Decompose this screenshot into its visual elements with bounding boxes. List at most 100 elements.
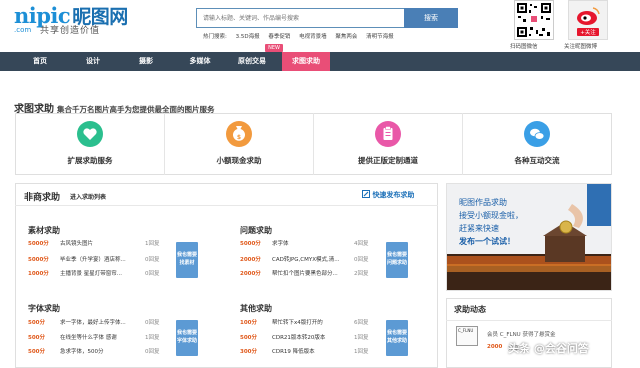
new-badge: NEW (265, 44, 283, 52)
avatar[interactable]: C_FLNU (456, 326, 478, 346)
reward-amount: 100分 (240, 320, 257, 326)
reward-amount: 500分 (240, 335, 257, 341)
enter-help-list-link[interactable]: 进入求助列表 (70, 192, 106, 201)
banner-line: 接受小额现金啦， (459, 211, 523, 220)
reward-amount: 5000分 (28, 241, 49, 247)
weibo-icon: +关注 (577, 7, 600, 36)
reward-amount: 5000分 (28, 257, 49, 263)
heart-icon[interactable] (77, 121, 103, 147)
list-item[interactable]: 1000分 主播背景 星星灯带窗帘... 0回复 (28, 268, 168, 280)
reply-count: 6回复 (354, 320, 369, 326)
watermark: 头条 @会谷问答 (508, 342, 589, 355)
service-label[interactable]: 提供正版定制通道 (338, 155, 438, 166)
weibo-follow-label: +关注 (580, 28, 596, 36)
wechat-qr-code (514, 0, 554, 40)
list-item[interactable]: 5000分 毕业季（升学宴）酒店称... 0回复 (28, 254, 168, 266)
reward-amount: 2000分 (240, 257, 261, 263)
request-title[interactable]: CDR19 降低版本 (272, 346, 315, 358)
banner-line: 昵图作品求助 (459, 198, 507, 207)
nav-item-original-trade[interactable]: 原创交易 (225, 52, 279, 71)
list-item[interactable]: 2000分 帮忙扣个图片要黑色部分... 2回复 (240, 268, 380, 280)
dynamics-title: 求助动态 (454, 305, 486, 314)
request-title[interactable]: 古风镜头图片 (60, 238, 93, 250)
promo-banner[interactable]: 昵图作品求助 接受小额现金啦， 赶紧来快速 发布一个试试！ (446, 183, 612, 291)
search-input[interactable] (197, 9, 405, 27)
request-title[interactable]: 主播背景 星星灯带窗帘... (60, 268, 122, 280)
banner-text: 昵图作品求助 接受小额现金啦， 赶紧来快速 发布一个试试！ (459, 196, 523, 248)
need-material-button[interactable]: 我也需要找素材 (176, 242, 198, 278)
reply-count: 0回复 (145, 320, 160, 326)
list-item[interactable]: 5000分 古风镜头图片 1回复 (28, 238, 168, 250)
request-title[interactable]: 急求字体，500分 (60, 346, 104, 358)
hot-keyword[interactable]: 春季促销 (268, 34, 290, 40)
chat-icon[interactable] (524, 121, 550, 147)
reward-amount: 2000分 (240, 271, 261, 277)
reply-count: 0回复 (354, 257, 369, 263)
section-title: 问题求助 (240, 226, 272, 235)
svg-text:$: $ (237, 134, 241, 141)
hot-keyword[interactable]: 电视背景墙 (299, 34, 327, 40)
reply-count: 2回复 (354, 271, 369, 277)
nav-item-design[interactable]: 设计 (73, 52, 113, 71)
qr-label: 扫码图微信 (510, 44, 538, 50)
list-item[interactable]: 5000分 求字体 4回复 (240, 238, 380, 250)
need-font-help-button[interactable]: 我也需要字体求助 (176, 320, 198, 356)
money-icon[interactable]: $ (226, 121, 252, 147)
nav-item-home[interactable]: 首页 (20, 52, 60, 71)
logo-slogan: 共享创造价值 (40, 26, 101, 36)
request-title[interactable]: 求字体 (272, 238, 289, 250)
reply-count: 1回复 (354, 335, 369, 341)
list-item[interactable]: 500分 CDR21版本转20版本 1回复 (240, 332, 380, 344)
list-item[interactable]: 100分 帮忙转下x4版打开的 6回复 (240, 317, 380, 329)
dynamics-text: 会员 C_FLNU 获得了悬赏金 (487, 332, 556, 338)
hot-keyword[interactable]: 清明节海报 (366, 34, 394, 40)
request-title[interactable]: 求一字体，最好上传字体... (60, 317, 126, 329)
reward-amount: 500分 (28, 320, 45, 326)
divider (164, 113, 165, 175)
need-question-help-button[interactable]: 我也需要问题求助 (386, 242, 408, 278)
reply-count: 1回复 (145, 335, 160, 341)
hot-keyword[interactable]: 聚焦两会 (335, 34, 357, 40)
need-other-help-button[interactable]: 我也需要其他求助 (386, 320, 408, 356)
section-title: 其他求助 (240, 304, 272, 313)
divider (462, 113, 463, 175)
section-title: 素材求助 (28, 226, 60, 235)
request-title[interactable]: 帮忙扣个图片要黑色部分... (272, 268, 338, 280)
nav-item-photo[interactable]: 摄影 (126, 52, 166, 71)
request-title[interactable]: CAD转JPG,CMYX模式,清... (272, 254, 340, 266)
list-item[interactable]: 500分 急求字体，500分 0回复 (28, 346, 168, 358)
qr-code-icon (517, 3, 551, 37)
list-item[interactable]: 500分 在线坐等什么字体 感谢 1回复 (28, 332, 168, 344)
request-title[interactable]: 在线坐等什么字体 感谢 (60, 332, 117, 344)
reward-amount: 1000分 (28, 271, 49, 277)
nav-item-multimedia[interactable]: 多媒体 (175, 52, 225, 71)
request-title[interactable]: 毕业季（升学宴）酒店称... (60, 254, 126, 266)
section-title: 字体求助 (28, 304, 60, 313)
nav-item-help-request[interactable]: 求图求助 (282, 52, 330, 71)
quick-publish-button[interactable]: 快速发布求助 (362, 190, 414, 200)
list-item[interactable]: 2000分 CAD转JPG,CMYX模式,清... 0回复 (240, 254, 380, 266)
hot-label: 热门搜索: (203, 34, 227, 40)
list-item[interactable]: 300分 CDR19 降低版本 1回复 (240, 346, 380, 358)
divider (446, 320, 612, 321)
service-label[interactable]: 各种互动交流 (487, 155, 587, 166)
reply-count: 1回复 (145, 241, 160, 247)
list-item[interactable]: 500分 求一字体，最好上传字体... 0回复 (28, 317, 168, 329)
reply-count: 0回复 (145, 349, 160, 355)
panel-title: 非商求助 (24, 193, 61, 203)
request-title[interactable]: 帮忙转下x4版打开的 (272, 317, 323, 329)
search-button[interactable]: 搜索 (404, 8, 458, 28)
quick-publish-label: 快速发布求助 (372, 191, 415, 199)
service-label[interactable]: 扩展求助服务 (40, 155, 140, 166)
banner-line: 赶紧来快速 (459, 224, 499, 233)
weibo-label: 关注昵图微博 (564, 44, 598, 50)
service-label[interactable]: 小额现金求助 (189, 155, 289, 166)
weibo-follow[interactable]: +关注 (568, 0, 608, 40)
reward-amount: 500分 (28, 335, 45, 341)
dynamics-amount: 2000 (487, 344, 503, 350)
reply-count: 1回复 (354, 349, 369, 355)
request-title[interactable]: CDR21版本转20版本 (272, 332, 325, 344)
reward-amount: 300分 (240, 349, 257, 355)
clipboard-icon[interactable] (375, 121, 401, 147)
hot-keyword[interactable]: 3.5D海报 (236, 34, 260, 40)
